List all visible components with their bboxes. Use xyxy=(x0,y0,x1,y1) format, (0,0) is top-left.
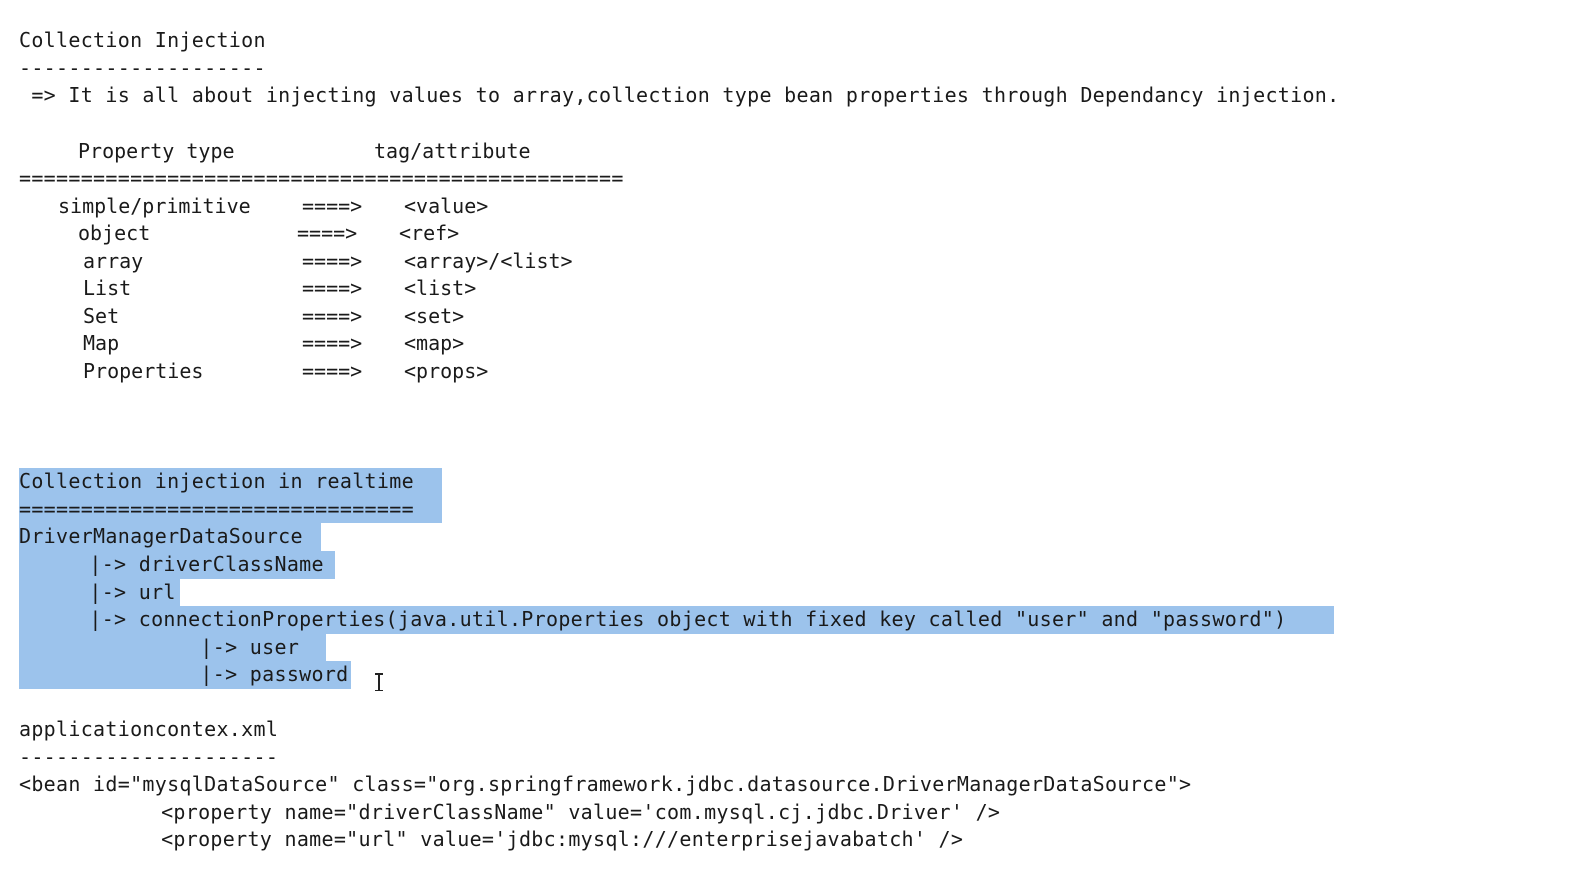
table-separator: ========================================… xyxy=(19,166,624,190)
row-type: array xyxy=(83,249,144,273)
row-type: Map xyxy=(83,331,120,355)
row-arrow: ====> xyxy=(297,221,358,245)
row-tag: <ref> xyxy=(399,221,460,245)
realtime-separator: ================================ xyxy=(19,497,414,521)
xml-property-line: <property name="url" value='jdbc:mysql:/… xyxy=(50,827,964,851)
xml-property-line: <property name="driverClassName" value='… xyxy=(50,800,1001,824)
row-type: Set xyxy=(83,304,120,328)
row-arrow: ====> xyxy=(302,276,363,300)
row-arrow: ====> xyxy=(302,331,363,355)
tree-child: |-> driverClassName xyxy=(40,552,337,576)
row-type: Properties xyxy=(83,359,204,383)
text-cursor-icon xyxy=(374,673,384,691)
row-type: List xyxy=(83,276,132,300)
tree-child: |-> url xyxy=(40,580,189,604)
row-arrow: ====> xyxy=(302,359,363,383)
title-underline: -------------------- xyxy=(19,56,266,80)
row-type: simple/primitive xyxy=(58,194,251,218)
table-header-property-type: Property type xyxy=(78,139,235,163)
text-editor-document[interactable]: Collection Injection -------------------… xyxy=(0,0,1592,872)
description-text: => It is all about injecting values to a… xyxy=(19,83,1340,107)
row-tag: <array>/<list> xyxy=(404,249,573,273)
tree-grandchild: |-> password xyxy=(40,662,349,686)
xml-filename: applicationcontex.xml xyxy=(19,717,279,741)
xml-bean-line: <bean id="mysqlDataSource" class="org.sp… xyxy=(19,772,1192,796)
tree-grandchild: |-> user xyxy=(40,635,312,659)
realtime-title: Collection injection in realtime xyxy=(19,469,414,493)
tree-root: DriverManagerDataSource xyxy=(19,524,303,548)
row-arrow: ====> xyxy=(302,194,363,218)
row-arrow: ====> xyxy=(302,249,363,273)
xml-filename-underline: --------------------- xyxy=(19,745,279,769)
row-arrow: ====> xyxy=(302,304,363,328)
section-title: Collection Injection xyxy=(19,28,266,52)
row-type: object xyxy=(78,221,151,245)
row-tag: <map> xyxy=(404,331,465,355)
row-tag: <set> xyxy=(404,304,465,328)
row-tag: <list> xyxy=(404,276,477,300)
table-header-tag-attribute: tag/attribute xyxy=(374,139,531,163)
row-tag: <value> xyxy=(404,194,489,218)
tree-child: |-> connectionProperties(java.util.Prope… xyxy=(40,607,1299,631)
row-tag: <props> xyxy=(404,359,489,383)
